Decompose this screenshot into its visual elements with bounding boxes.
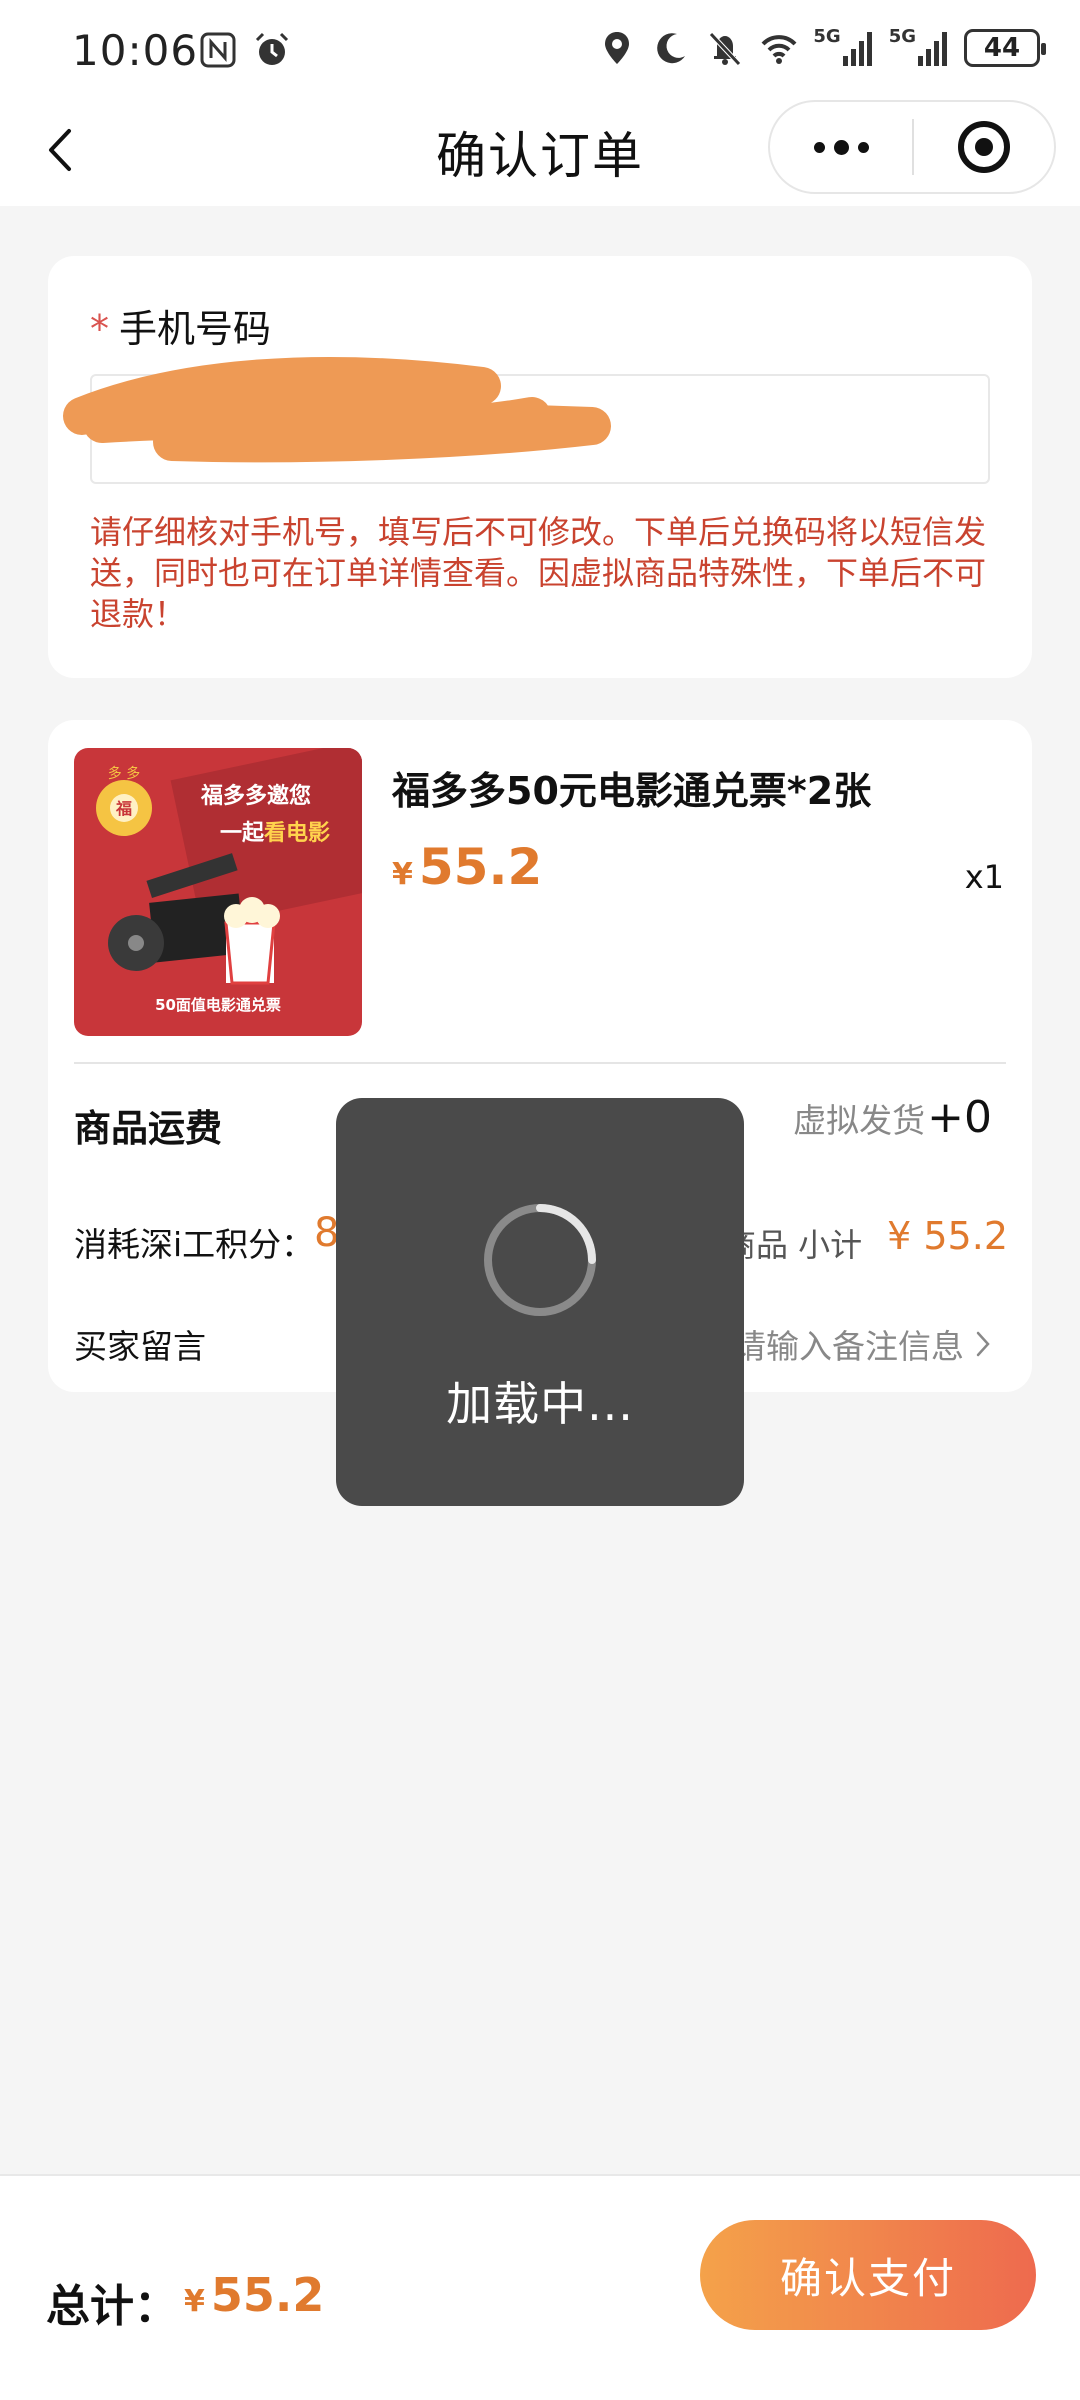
thumb-headline-2a: 一起 — [220, 821, 265, 846]
phone-field-label: * 手机号码 — [90, 298, 271, 353]
product-quantity: x1 — [964, 858, 1004, 896]
phone-label-text: 手机号码 — [119, 307, 272, 351]
remark-input[interactable]: 请输入备注信息 — [733, 1320, 992, 1368]
cell-signal-2: 5G — [889, 28, 950, 68]
points-label: 消耗深i工积分： — [74, 1225, 315, 1264]
nav-bar: 确认订单 — [0, 100, 1080, 206]
shipping-label: 商品运费 — [74, 1107, 222, 1150]
signal-bars-icon — [842, 32, 872, 66]
product-price-value: 55.2 — [418, 838, 543, 896]
remark-placeholder: 请输入备注信息 — [733, 1327, 964, 1366]
remark-label: 买家留言 — [74, 1327, 206, 1366]
close-mini-program-button[interactable] — [914, 102, 1054, 192]
shipping-value: 虚拟发货 +0 — [793, 1092, 992, 1143]
phone-number-input[interactable] — [63, 357, 990, 484]
phone-notice-text: 请仔细核对手机号，填写后不可修改。下单后兑换码将以短信发送，同时也可在订单详情查… — [90, 513, 987, 633]
checkout-bar: 总计： ¥55.2 确认支付 — [0, 2174, 1080, 2400]
more-dot-icon — [813, 141, 825, 153]
thumb-footer-text: 50面值电影通兑票 — [155, 996, 281, 1014]
moon-icon — [657, 33, 686, 64]
product-name: 福多多50元电影通兑票*2张 — [392, 769, 872, 813]
status-time: 10:06 — [72, 26, 199, 75]
redaction-scribble — [63, 357, 611, 463]
loading-spinner-icon — [484, 1204, 596, 1316]
subtotal-label: 商品 小计 — [724, 1226, 863, 1264]
battery-indicator: 44 — [964, 29, 1046, 67]
total-price: ¥55.2 — [184, 2268, 324, 2322]
confirm-pay-button[interactable]: 确认支付 — [700, 2220, 1036, 2330]
currency-symbol: ¥ — [392, 857, 413, 892]
phone-number-card: * 手机号码 请仔细核对手机号，填写后不可修改。下单后兑换码将以短信发送，同时也可… — [48, 256, 1032, 678]
movie-ticket-image: 福 多 多 福多多邀您 一起 看电影 50面值电影通兑票 — [74, 748, 362, 1036]
status-bar: 10:06 5G 5G 44 — [0, 0, 1080, 100]
alarm-icon — [255, 32, 289, 65]
loading-toast: 加载中... — [336, 1098, 744, 1506]
svg-text:福: 福 — [115, 799, 132, 818]
subtotal-value: ¥ 55.2 — [887, 1214, 1008, 1258]
wifi-icon — [761, 35, 797, 64]
target-circle-icon — [958, 121, 1010, 173]
shipping-fee: +0 — [927, 1092, 992, 1143]
thumb-headline-2b: 看电影 — [264, 821, 330, 846]
currency-symbol: ¥ — [184, 2284, 205, 2319]
mini-program-capsule — [768, 100, 1056, 194]
location-icon — [605, 32, 630, 64]
more-dot-icon — [857, 141, 869, 153]
signal-bars-icon — [918, 32, 947, 66]
product-thumbnail: 福 多 多 福多多邀您 一起 看电影 50面值电影通兑票 — [74, 748, 362, 1036]
more-button[interactable] — [770, 102, 912, 192]
nfc-icon — [200, 32, 236, 68]
signal-label: 5G — [888, 26, 916, 47]
thumb-brand-text: 多 多 — [108, 765, 140, 782]
product-price: ¥55.2 — [392, 838, 542, 896]
loading-text: 加载中... — [446, 1377, 634, 1431]
more-dot-icon — [833, 139, 849, 155]
mute-bell-icon — [709, 32, 742, 66]
total-price-value: 55.2 — [210, 2268, 325, 2322]
shipping-type: 虚拟发货 — [793, 1101, 926, 1140]
chevron-right-icon — [976, 1331, 990, 1357]
divider — [74, 1062, 1006, 1064]
cell-signal-1: 5G — [813, 28, 874, 68]
total-label: 总计： — [46, 2281, 178, 2332]
required-mark: * — [90, 307, 109, 351]
signal-label: 5G — [813, 26, 841, 47]
thumb-headline-1: 福多多邀您 — [200, 783, 311, 809]
